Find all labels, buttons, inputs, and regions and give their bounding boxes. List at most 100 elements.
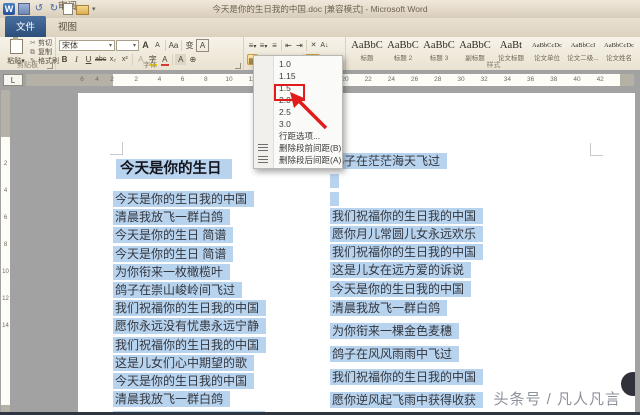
doc-line-left-0[interactable]: 今天是你的生日我的中国: [113, 193, 254, 206]
style-cell-3[interactable]: AaBbC副标题: [457, 38, 493, 62]
ruler-number: 14: [1, 323, 10, 329]
selected-text: 鸽子在茫茫海天飞过: [330, 153, 447, 169]
doc-line-right-2[interactable]: [330, 192, 339, 209]
line-spacing-value-1.15[interactable]: 1.15: [254, 70, 342, 82]
ruler-number: 10: [223, 76, 235, 84]
undo-icon[interactable]: ↺: [33, 3, 45, 15]
style-preview: AaBbC: [457, 40, 493, 51]
doc-line-right-3[interactable]: 我们祝福你的生日我的中国: [330, 210, 483, 223]
doc-line-left-4[interactable]: 为你衔来一枚橄榄叶: [113, 266, 230, 279]
ruler-number: 2: [130, 76, 142, 84]
style-cell-4[interactable]: AaBt论文标题: [493, 38, 529, 62]
ruler-number: 10: [1, 269, 10, 275]
clipboard-dialog-launcher[interactable]: [47, 63, 53, 69]
asian-layout-button[interactable]: ✕: [308, 40, 319, 51]
cut-button[interactable]: ✂剪切: [30, 39, 59, 48]
doc-line-left-6[interactable]: 我们祝福你的生日我的中国: [113, 302, 266, 315]
vertical-ruler[interactable]: 2468101214: [1, 90, 10, 412]
doc-line-right-1[interactable]: [330, 174, 339, 191]
ruler-number: 8: [200, 76, 212, 84]
font-size-combo[interactable]: ▾: [116, 40, 139, 51]
style-preview: AaBbCcDc: [529, 40, 565, 51]
print-preview-icon[interactable]: [63, 3, 73, 15]
ruler-number: 4: [153, 76, 165, 84]
doc-line-left-1[interactable]: 清晨我放飞一群白鸽: [113, 211, 230, 224]
style-cell-0[interactable]: AaBbC标题: [349, 38, 385, 62]
copy-button[interactable]: ⧉复制: [30, 48, 59, 57]
change-case-button[interactable]: Aa: [168, 40, 179, 51]
selected-text: 我们祝福你的生日我的中国: [113, 337, 266, 353]
grow-font-button[interactable]: A: [140, 40, 151, 51]
doc-line-left-2[interactable]: 今天是你的生日 简谱: [113, 229, 233, 242]
selected-text: 我们祝福你的生日我的中国: [113, 300, 266, 316]
selected-text: 今天是你的生日 简谱: [113, 227, 233, 243]
save-icon[interactable]: [18, 3, 30, 15]
doc-line-left-10[interactable]: 今天是你的生日我的中国: [113, 375, 254, 388]
doc-line-left-11[interactable]: 清晨我放飞一群白鸽: [113, 393, 230, 406]
phonetic-guide-button[interactable]: 变: [184, 40, 195, 51]
selected-text: 为你衔来一枚橄榄叶: [113, 264, 230, 280]
style-preview: AaBbC: [385, 40, 421, 51]
style-cell-7[interactable]: AaBbCcDc论文姓名: [601, 38, 637, 62]
bullets-button[interactable]: ≡▾: [247, 40, 258, 51]
increase-indent-button[interactable]: ⇥: [294, 40, 305, 51]
doc-line-right-11[interactable]: 我们祝福你的生日我的中国: [330, 371, 483, 384]
shrink-font-button[interactable]: A: [152, 40, 163, 51]
selected-text: 清晨我放飞一群白鸽: [113, 209, 230, 225]
doc-line-right-10[interactable]: 鸽子在风风雨雨中飞过: [330, 348, 459, 361]
selected-text: 今天是你的生日 简谱: [113, 246, 233, 262]
customize-qat-icon[interactable]: ▾: [92, 5, 96, 13]
chevron-down-icon: ▾: [133, 42, 136, 49]
numbering-button[interactable]: ≡▾: [258, 40, 269, 51]
doc-line-right-4[interactable]: 愿你月儿常圆儿女永远欢乐: [330, 228, 483, 241]
selected-text: [330, 192, 339, 206]
selected-text: 愿你永远没有忧患永远宁静: [113, 318, 266, 334]
open-icon[interactable]: [76, 5, 89, 15]
document-page[interactable]: 今天是你的生日 今天是你的生日我的中国清晨我放飞一群白鸽今天是你的生日 简谱今天…: [78, 93, 635, 412]
tab-6[interactable]: 视图: [49, 16, 105, 37]
doc-line-left-3[interactable]: 今天是你的生日 简谱: [113, 248, 233, 261]
selected-text: 愿你月儿常圆儿女永远欢乐: [330, 226, 483, 242]
font-dialog-launcher[interactable]: [235, 63, 241, 69]
style-cell-6[interactable]: AaBbCcI论文二级...: [565, 38, 601, 62]
line-spacing-value-1.0[interactable]: 1.0: [254, 58, 342, 70]
styles-group: AaBbC标题AaBbC标题 2AaBbC标题 3AaBbC副标题AaBt论文标…: [347, 37, 640, 70]
ruler-number: 28: [432, 76, 444, 84]
doc-line-left-9[interactable]: 这是儿女们心中期望的歌: [113, 357, 254, 370]
space-before-icon: [258, 144, 268, 152]
ruler-number: 42: [594, 76, 606, 84]
doc-line-right-9[interactable]: 为你衔来一棵金色麦穗: [330, 325, 459, 338]
style-preview: AaBbC: [349, 40, 385, 51]
doc-line-left-5[interactable]: 鸽子在崇山峻岭间飞过: [113, 284, 242, 297]
style-preview: AaBt: [493, 40, 529, 51]
ruler-number: 2: [106, 76, 118, 84]
redo-icon[interactable]: ↻: [48, 3, 60, 15]
style-cell-5[interactable]: AaBbCcDc论文单位: [529, 38, 565, 62]
remove-space-after-item[interactable]: 删除段后间距(A): [254, 154, 342, 166]
style-cell-1[interactable]: AaBbC标题 2: [385, 38, 421, 62]
doc-line-right-8[interactable]: 清晨我放飞一群白鸽: [330, 302, 447, 315]
margin-corner-mark: [590, 143, 603, 156]
ruler-number: 24: [385, 76, 397, 84]
copy-icon: ⧉: [30, 48, 38, 57]
ruler-number: 4: [91, 76, 103, 84]
word-window: W ↺ ↻ ▾ 今天是你的生日我的中国.doc [兼容模式] - Microso…: [0, 0, 640, 415]
tab-stop-selector[interactable]: L: [3, 74, 23, 86]
multilevel-list-button[interactable]: ≡: [269, 40, 280, 51]
selected-text: 我们祝福你的生日我的中国: [330, 244, 483, 260]
doc-line-right-0[interactable]: 鸽子在茫茫海天飞过: [330, 155, 447, 168]
font-name-combo[interactable]: 宋体▾: [59, 40, 115, 51]
doc-line-right-12[interactable]: 愿你逆风起飞雨中获得收获: [330, 394, 483, 407]
doc-line-right-5[interactable]: 我们祝福你的生日我的中国: [330, 246, 483, 259]
decrease-indent-button[interactable]: ⇤: [283, 40, 294, 51]
sort-button[interactable]: A↓: [319, 40, 330, 51]
character-border-button[interactable]: A: [196, 39, 209, 52]
doc-line-left-7[interactable]: 愿你永远没有忧患永远宁静: [113, 320, 266, 333]
tab-file[interactable]: 文件: [5, 16, 46, 37]
style-cell-2[interactable]: AaBbC标题 3: [421, 38, 457, 62]
doc-line-left-8[interactable]: 我们祝福你的生日我的中国: [113, 339, 266, 352]
doc-title-line[interactable]: 今天是你的生日: [116, 163, 232, 176]
remove-space-before-item[interactable]: 删除段前间距(B): [254, 142, 342, 154]
doc-line-right-6[interactable]: 这是儿女在远方爱的诉说: [330, 264, 471, 277]
doc-line-right-7[interactable]: 今天是你的生日我的中国: [330, 283, 471, 296]
